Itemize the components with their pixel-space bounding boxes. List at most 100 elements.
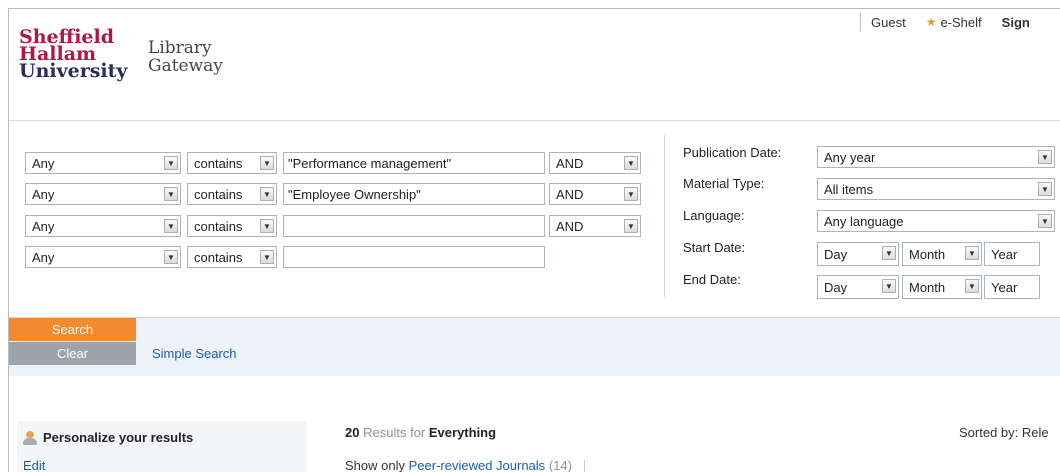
start-day-select[interactable]: Day ▼ (817, 242, 899, 266)
results-number: 20 (345, 425, 360, 440)
material-type-select[interactable]: All items ▼ (817, 178, 1055, 200)
query-row-4: Any ▼ contains ▼ (25, 245, 549, 269)
search-actions: Search Clear Simple Search (9, 317, 1060, 376)
query-input-4[interactable] (283, 246, 545, 268)
end-date-label: End Date: (683, 272, 741, 287)
personalize-panel (17, 421, 307, 472)
language-label: Language: (683, 208, 745, 223)
dropdown-arrow-icon: ▼ (260, 187, 274, 201)
query-input-2[interactable]: "Employee Ownership" (283, 183, 545, 205)
end-day-value: Day (824, 279, 848, 295)
dropdown-arrow-icon: ▼ (1038, 150, 1052, 164)
star-icon: ★ (925, 15, 937, 29)
personalize-heading: Personalize your results (23, 430, 193, 445)
panel-divider (664, 135, 665, 297)
operator-value: contains (194, 218, 243, 234)
operator-value: contains (194, 186, 243, 202)
results-count: 20 Results for Everything (345, 425, 496, 440)
start-year-input[interactable]: Year (984, 242, 1040, 266)
operator-select-2[interactable]: contains ▼ (187, 183, 277, 205)
query-row-1: Any ▼ contains ▼ "Performance management" … (25, 151, 641, 175)
gateway-line-2: Gateway (148, 56, 223, 76)
query-input-1[interactable]: "Performance management" (283, 152, 545, 174)
advanced-search-panel: Any ▼ contains ▼ "Performance management" … (9, 120, 1060, 376)
library-gateway-title: Library Gateway (148, 39, 223, 75)
operator-value: contains (194, 155, 243, 171)
simple-search-link[interactable]: Simple Search (152, 346, 237, 361)
sorted-by-label: Sorted by: (959, 425, 1019, 440)
dropdown-arrow-icon: ▼ (624, 156, 638, 170)
sign-in-link[interactable]: Sign (992, 15, 1030, 30)
language-select[interactable]: Any language ▼ (817, 210, 1055, 232)
material-type-label: Material Type: (683, 176, 765, 191)
logo-line-3: University (19, 60, 128, 82)
start-month-select[interactable]: Month ▼ (902, 242, 982, 266)
boolean-select-2[interactable]: AND ▼ (549, 183, 641, 205)
peer-reviewed-link[interactable]: Peer-reviewed Journals (409, 458, 546, 472)
operator-value: contains (194, 249, 243, 265)
publication-date-label: Publication Date: (683, 145, 782, 160)
end-day-select[interactable]: Day ▼ (817, 275, 899, 299)
dropdown-arrow-icon: ▼ (164, 187, 178, 201)
dropdown-arrow-icon: ▼ (882, 279, 896, 293)
operator-select-4[interactable]: contains ▼ (187, 246, 277, 268)
boolean-select-1[interactable]: AND ▼ (549, 152, 641, 174)
peer-reviewed-count: (14) (548, 458, 572, 472)
university-logo[interactable]: Sheffield Hallam University (19, 28, 128, 82)
field-select-2[interactable]: Any ▼ (25, 183, 181, 205)
operator-select-3[interactable]: contains ▼ (187, 215, 277, 237)
field-value: Any (32, 186, 55, 202)
field-value: Any (32, 155, 55, 171)
dropdown-arrow-icon: ▼ (260, 156, 274, 170)
field-select-3[interactable]: Any ▼ (25, 215, 181, 237)
end-year-input[interactable]: Year (984, 275, 1040, 299)
clear-button[interactable]: Clear (9, 342, 136, 365)
guest-link[interactable]: Guest (861, 15, 916, 30)
field-select-4[interactable]: Any ▼ (25, 246, 181, 268)
field-select-1[interactable]: Any ▼ (25, 152, 181, 174)
gateway-line-1: Library (148, 38, 212, 58)
dropdown-arrow-icon: ▼ (624, 219, 638, 233)
dropdown-arrow-icon: ▼ (164, 250, 178, 264)
sort-value: Rele (1021, 425, 1049, 440)
operator-select-1[interactable]: contains ▼ (187, 152, 277, 174)
eshelf-link[interactable]: ★ e-Shelf (916, 15, 992, 30)
dropdown-arrow-icon: ▼ (164, 156, 178, 170)
show-only-facets: Show only Peer-reviewed Journals (14) (345, 458, 585, 472)
dropdown-arrow-icon: ▼ (260, 250, 274, 264)
publication-date-select[interactable]: Any year ▼ (817, 146, 1055, 168)
field-value: Any (32, 249, 55, 265)
end-month-value: Month (909, 279, 946, 295)
edit-link[interactable]: Edit (23, 458, 45, 472)
publication-date-value: Any year (824, 149, 876, 165)
dropdown-arrow-icon: ▼ (965, 246, 979, 260)
dropdown-arrow-icon: ▼ (1038, 214, 1052, 228)
eshelf-label: e-Shelf (940, 14, 982, 30)
dropdown-arrow-icon: ▼ (882, 246, 896, 260)
end-month-select[interactable]: Month ▼ (902, 275, 982, 299)
person-icon (23, 430, 37, 445)
divider (583, 459, 585, 472)
boolean-select-3[interactable]: AND ▼ (549, 215, 641, 237)
sort-control[interactable]: Sorted by: Rele (959, 425, 1049, 440)
personalize-label: Personalize your results (43, 430, 194, 445)
dropdown-arrow-icon: ▼ (1038, 182, 1052, 196)
field-value: Any (32, 218, 55, 234)
dropdown-arrow-icon: ▼ (965, 279, 979, 293)
dropdown-arrow-icon: ▼ (260, 219, 274, 233)
start-date-label: Start Date: (683, 240, 746, 255)
search-button[interactable]: Search (9, 318, 136, 341)
boolean-value: AND (556, 186, 584, 202)
boolean-value: AND (556, 155, 584, 171)
for-text: for (410, 425, 426, 440)
dropdown-arrow-icon: ▼ (164, 219, 178, 233)
start-year-value: Year (991, 246, 1018, 262)
page: Guest ★ e-Shelf Sign Sheffield Hallam Un… (8, 8, 1060, 472)
query-input-3[interactable] (283, 215, 545, 237)
boolean-value: AND (556, 218, 584, 234)
dropdown-arrow-icon: ▼ (624, 187, 638, 201)
show-only-label: Show only (345, 458, 405, 472)
user-bar: Guest ★ e-Shelf Sign (860, 9, 1060, 35)
results-scope: Everything (428, 425, 497, 440)
query-row-3: Any ▼ contains ▼ AND ▼ (25, 214, 641, 238)
